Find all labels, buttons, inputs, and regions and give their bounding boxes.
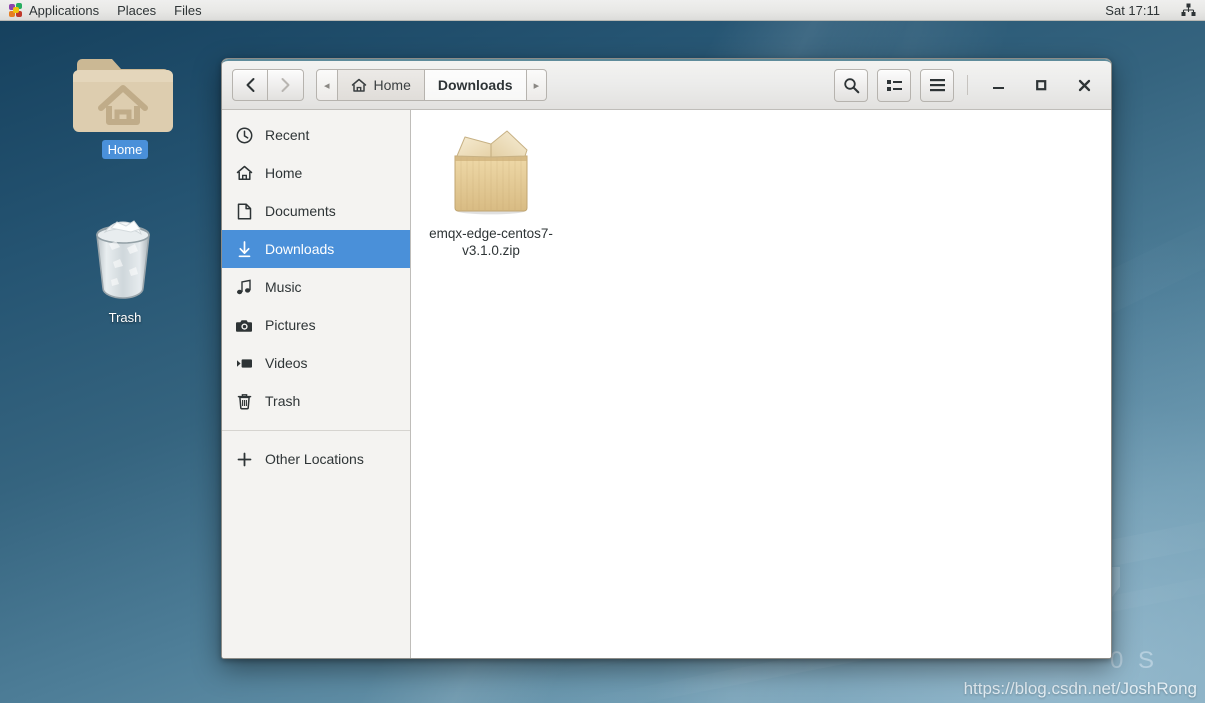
sidebar-separator	[222, 430, 410, 431]
triangle-right-icon: ▸	[533, 79, 540, 92]
breadcrumb-item-home[interactable]: Home	[337, 69, 425, 101]
sidebar-item-trash[interactable]: Trash	[222, 382, 410, 420]
home-icon	[351, 78, 367, 93]
files-app-menu[interactable]: Files	[165, 0, 210, 21]
sidebar-item-documents[interactable]: Documents	[222, 192, 410, 230]
file-name-label: emqx-edge-centos7-v3.1.0.zip	[429, 226, 553, 258]
sidebar-item-label: Recent	[265, 127, 310, 143]
desktop-icon-label: Trash	[108, 310, 142, 325]
triangle-left-icon: ◂	[324, 79, 330, 92]
desktop-icon-trash[interactable]: Trash	[71, 218, 179, 327]
sidebar-item-label: Other Locations	[265, 451, 364, 467]
back-button[interactable]	[232, 69, 268, 101]
network-status-button[interactable]	[1172, 0, 1205, 21]
view-list-button[interactable]	[877, 68, 911, 102]
plus-icon	[236, 451, 253, 468]
header-separator	[967, 75, 968, 95]
files-app-menu-label: Files	[174, 2, 202, 18]
search-icon	[843, 77, 859, 93]
file-manager-window: ◂ Home Downloads ▸ Recent Home Documents…	[221, 58, 1112, 659]
window-header-bar: ◂ Home Downloads ▸	[222, 59, 1111, 110]
breadcrumb-item-downloads[interactable]: Downloads	[424, 69, 527, 101]
places-menu-label: Places	[117, 2, 157, 18]
file-list-view[interactable]: emqx-edge-centos7-v3.1.0.zip	[411, 110, 1111, 658]
sidebar-item-other-locations[interactable]: Other Locations	[222, 440, 410, 478]
pathbar-scroll-right[interactable]: ▸	[526, 69, 548, 101]
home-icon	[236, 165, 253, 182]
applications-menu-label: Applications	[29, 2, 100, 18]
clock[interactable]: Sat 17:11	[1093, 0, 1172, 21]
close-icon	[1078, 79, 1090, 91]
sidebar-item-label: Videos	[265, 355, 308, 371]
sidebar-item-recent[interactable]: Recent	[222, 116, 410, 154]
sidebar-item-pictures[interactable]: Pictures	[222, 306, 410, 344]
file-item[interactable]: emqx-edge-centos7-v3.1.0.zip	[425, 124, 557, 259]
sidebar-item-label: Home	[265, 165, 303, 181]
sidebar: Recent Home Documents Downloads Music Pi…	[222, 110, 411, 658]
archive-box-icon	[425, 126, 557, 218]
folder-home-icon	[71, 50, 179, 136]
hamburger-menu-icon	[929, 79, 945, 92]
window-body: Recent Home Documents Downloads Music Pi…	[222, 110, 1111, 658]
sidebar-item-label: Pictures	[265, 317, 316, 333]
sidebar-item-label: Documents	[265, 203, 336, 219]
breadcrumb-label-downloads: Downloads	[437, 77, 513, 93]
view-list-icon	[886, 79, 902, 91]
search-button[interactable]	[834, 68, 868, 102]
applications-menu[interactable]: Applications	[0, 0, 108, 21]
network-workgroup-icon	[1181, 3, 1196, 17]
wallpaper-logo-text: 0 S	[1110, 647, 1159, 674]
chevron-left-icon	[246, 78, 254, 92]
desktop-icon-home[interactable]: Home	[71, 50, 179, 159]
clock-label: Sat 17:11	[1105, 2, 1160, 18]
sidebar-item-videos[interactable]: Videos	[222, 344, 410, 382]
sidebar-item-music[interactable]: Music	[222, 268, 410, 306]
maximize-button[interactable]	[1024, 68, 1058, 102]
download-icon	[236, 240, 253, 258]
trash-full-icon	[71, 218, 179, 304]
desktop-icon-label: Home	[101, 140, 149, 159]
video-icon	[236, 355, 253, 372]
applications-icon	[9, 3, 23, 17]
places-menu[interactable]: Places	[108, 0, 165, 21]
document-icon	[236, 202, 253, 220]
close-button[interactable]	[1067, 68, 1101, 102]
trash-icon	[236, 393, 253, 410]
sidebar-item-label: Music	[265, 279, 302, 295]
maximize-icon	[1036, 80, 1047, 91]
minimize-button[interactable]	[981, 68, 1015, 102]
blog-watermark: https://blog.csdn.net/JoshRong	[963, 679, 1197, 698]
breadcrumb: ◂ Home Downloads ▸	[316, 69, 548, 101]
chevron-right-icon	[281, 78, 290, 92]
pathbar-scroll-left[interactable]: ◂	[316, 69, 338, 101]
sidebar-item-downloads[interactable]: Downloads	[222, 230, 410, 268]
sidebar-item-label: Trash	[265, 393, 301, 409]
music-icon	[236, 279, 253, 296]
navigation-buttons	[232, 69, 304, 101]
sidebar-item-label: Downloads	[265, 241, 335, 257]
clock-icon	[236, 127, 253, 144]
forward-button[interactable]	[268, 69, 304, 101]
breadcrumb-label-home: Home	[373, 77, 411, 93]
camera-icon	[236, 317, 253, 334]
minimize-icon	[992, 87, 1004, 89]
menu-button[interactable]	[920, 68, 954, 102]
top-panel: Applications Places Files Sat 17:11	[0, 0, 1205, 21]
sidebar-item-home[interactable]: Home	[222, 154, 410, 192]
